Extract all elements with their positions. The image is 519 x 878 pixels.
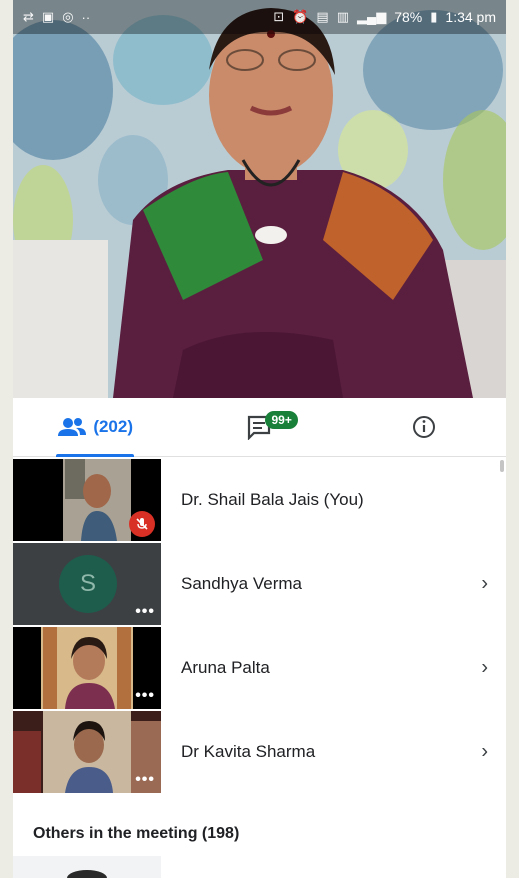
- info-icon: [412, 416, 435, 438]
- gallery-icon: ▣: [41, 9, 55, 24]
- chat-icon-wrap: 99+: [239, 407, 298, 447]
- speaking-indicator-icon: •••: [135, 771, 155, 788]
- participant-name: Dr. Shail Bala Jais (You): [181, 490, 364, 509]
- battery-icon: ▮: [430, 9, 438, 24]
- avatar: S: [59, 555, 117, 613]
- chevron-right-icon[interactable]: ›: [481, 741, 488, 764]
- participant-video-thumbnail: •••: [13, 627, 161, 709]
- video-background: [13, 0, 506, 398]
- muted-mic-icon: [129, 511, 155, 537]
- participant-name: Aruna Palta: [181, 658, 270, 677]
- participant-avatar-tile: S •••: [13, 543, 161, 625]
- people-icon: [58, 418, 87, 436]
- more-notifications-icon: ··: [81, 9, 91, 25]
- volte-icon: ▤: [316, 9, 329, 24]
- people-count: (202): [93, 417, 133, 436]
- participant-row[interactable]: S ••• Sandhya Verma ›: [13, 542, 506, 626]
- participant-row[interactable]: ••• Aruna Palta ›: [13, 626, 506, 710]
- participant-row[interactable]: Dr. Shail Bala Jais (You): [13, 458, 506, 542]
- meeting-screen: ⇄ ▣ ◎ ·· ⊡ ⏰ ▤ ▥ ▂▄▆ 78% ▮ 1:34 pm (202)…: [13, 0, 506, 878]
- participant-video-thumbnail: •••: [13, 711, 161, 793]
- chevron-right-icon[interactable]: ›: [481, 657, 488, 680]
- battery-percentage: 78%: [394, 9, 423, 25]
- lte-icon: ▥: [336, 9, 349, 24]
- participant-video-thumbnail: [13, 459, 161, 541]
- alarm-icon: ⏰: [292, 9, 309, 24]
- chat-unread-badge: 99+: [265, 411, 298, 429]
- meeting-tabs: (202) 99+: [13, 398, 506, 457]
- clock: 1:34 pm: [445, 9, 496, 25]
- tab-people[interactable]: (202): [13, 398, 177, 457]
- status-bar: ⇄ ▣ ◎ ·· ⊡ ⏰ ▤ ▥ ▂▄▆ 78% ▮ 1:34 pm: [13, 0, 506, 34]
- participant-name: Dr Kavita Sharma: [181, 742, 316, 761]
- participant-video-image: [13, 856, 161, 878]
- speaking-indicator-icon: •••: [135, 603, 155, 620]
- signal-icon: ▂▄▆: [357, 9, 387, 24]
- lock-icon: ⊡: [273, 9, 285, 24]
- tab-chat[interactable]: 99+: [177, 398, 341, 456]
- data-transfer-icon: ⇄: [23, 9, 34, 24]
- participant-list: Dr. Shail Bala Jais (You) S ••• Sandhya …: [13, 458, 506, 794]
- main-video-feed[interactable]: ⇄ ▣ ◎ ·· ⊡ ⏰ ▤ ▥ ▂▄▆ 78% ▮ 1:34 pm: [13, 0, 506, 398]
- others-section-header: Others in the meeting (198): [33, 825, 240, 842]
- speaking-indicator-icon: •••: [135, 687, 155, 704]
- tab-info[interactable]: [342, 398, 506, 456]
- chevron-right-icon[interactable]: ›: [481, 573, 488, 596]
- participant-video-thumbnail: [13, 856, 161, 878]
- whatsapp-icon: ◎: [62, 9, 74, 24]
- participant-name: Sandhya Verma: [181, 574, 302, 593]
- participant-row[interactable]: ••• Dr Kavita Sharma ›: [13, 710, 506, 794]
